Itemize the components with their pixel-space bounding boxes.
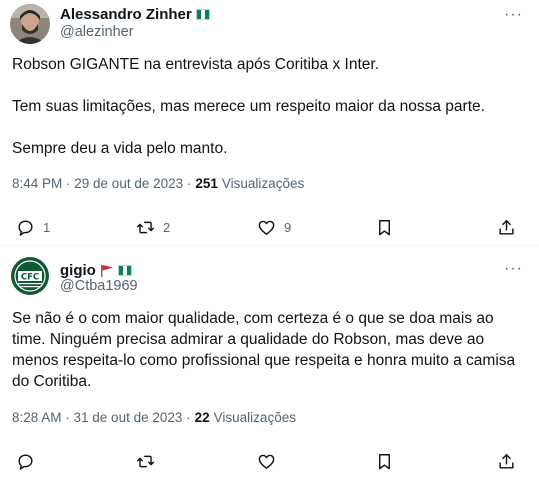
tweet-paragraph: Se não é o com maior qualidade, com cert… <box>12 310 516 390</box>
author-name[interactable]: Alessandro Zinher <box>60 6 192 23</box>
reply-count: 1 <box>43 220 51 235</box>
tweet-paragraph: Tem suas limitações, mas merece um respe… <box>12 98 485 115</box>
share-button[interactable] <box>497 452 516 471</box>
retweet-icon <box>136 221 155 234</box>
retweet-button[interactable] <box>136 452 155 471</box>
retweet-icon <box>136 455 155 468</box>
action-bar <box>0 452 539 476</box>
tweet-meta: 8:44 PM · 29 de out de 2023 · 251 Visual… <box>12 176 304 191</box>
like-button[interactable]: 9 <box>257 218 291 237</box>
tweet-paragraph: Sempre deu a vida pelo manto. <box>12 140 228 157</box>
reply-icon <box>18 454 33 470</box>
like-count: 9 <box>284 220 292 235</box>
reply-icon <box>18 220 33 236</box>
author-name[interactable]: gigio <box>60 262 96 279</box>
like-button[interactable] <box>257 452 276 471</box>
bookmark-icon <box>379 454 390 470</box>
views-label: Visualizações <box>221 176 305 191</box>
nigeria-flag-icon <box>117 265 132 276</box>
timestamp[interactable]: 8:28 AM · 31 de out de 2023 · <box>12 410 191 425</box>
reply-button[interactable] <box>16 452 35 471</box>
tweet-meta: 8:28 AM · 31 de out de 2023 · 22 Visuali… <box>12 410 296 425</box>
like-icon <box>258 454 275 469</box>
views-count[interactable]: 251 <box>195 176 218 191</box>
bookmark-button[interactable] <box>375 218 394 237</box>
retweet-count: 2 <box>163 220 171 235</box>
action-bar: 1 2 9 <box>0 218 539 242</box>
share-icon <box>499 454 514 469</box>
red-flag-icon <box>100 264 114 277</box>
views-count[interactable]: 22 <box>195 410 210 425</box>
reply-button[interactable]: 1 <box>16 218 50 237</box>
avatar[interactable]: CFC <box>10 256 50 296</box>
bookmark-button[interactable] <box>375 452 394 471</box>
bookmark-icon <box>379 220 390 236</box>
more-icon[interactable]: ··· <box>504 6 523 24</box>
tweet-alezinher[interactable]: Alessandro Zinher @alezinher ··· Robson … <box>0 0 539 246</box>
author-handle[interactable]: @Ctba1969 <box>60 278 138 294</box>
like-icon <box>258 220 275 235</box>
avatar[interactable] <box>10 4 50 44</box>
nigeria-flag-icon <box>195 9 210 20</box>
retweet-button[interactable]: 2 <box>136 218 170 237</box>
more-icon[interactable]: ··· <box>504 260 523 278</box>
views-label: Visualizações <box>213 410 296 425</box>
share-button[interactable] <box>497 218 516 237</box>
share-icon <box>499 220 514 235</box>
tweet-paragraph: Robson GIGANTE na entrevista após Coriti… <box>12 56 380 73</box>
author-handle[interactable]: @alezinher <box>60 24 134 40</box>
tweet-text: Robson GIGANTE na entrevista após Coriti… <box>12 54 485 159</box>
tweet-text: Se não é o com maior qualidade, com cert… <box>12 308 522 392</box>
timestamp[interactable]: 8:44 PM · 29 de out de 2023 · <box>12 176 191 191</box>
avatar-badge-text: CFC <box>21 273 39 283</box>
